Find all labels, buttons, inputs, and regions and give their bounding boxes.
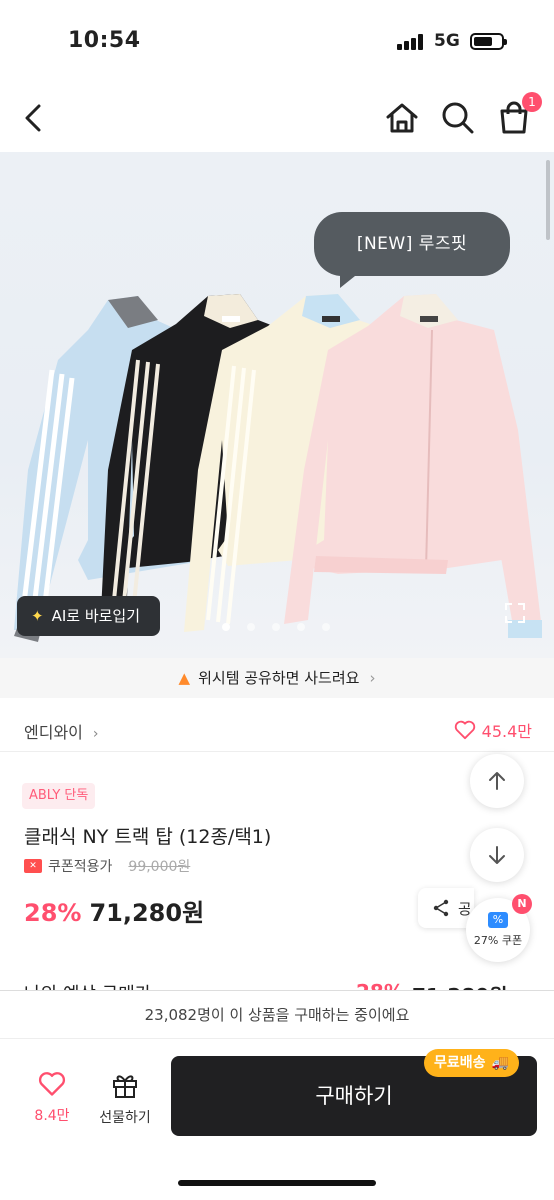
purchase-bar: 23,082명이 이 상품을 구매하는 중이에요 8.4만 선물하기 구매하기 … (0, 990, 554, 1200)
brand-like-count: 45.4만 (481, 722, 532, 741)
cart-count-badge: 1 (522, 92, 542, 112)
coupon-fab-label: 27% 쿠폰 (473, 934, 523, 947)
ai-try-on-label: AI로 바로입기 (51, 607, 141, 625)
exclusive-tag: ABLY 단독 (22, 783, 96, 809)
wish-share-promo[interactable]: ▲ 위시템 공유하면 사드려요 › (0, 658, 554, 698)
pagination-dot (247, 623, 255, 631)
brand-link[interactable]: 엔디와이 › (24, 719, 99, 743)
discount-rate: 28% (24, 899, 82, 927)
battery-icon (470, 33, 507, 50)
product-image-gallery[interactable]: [NEW] 루즈핏 ✦ AI로 바로입기 (0, 152, 554, 658)
pagination-dots (222, 616, 347, 631)
buyers-count-text: 23,082명이 이 상품을 구매하는 중이에요 (0, 991, 554, 1039)
status-time: 10:54 (68, 28, 141, 53)
sale-price: 71,280원 (89, 899, 205, 927)
pagination-dot (222, 623, 230, 631)
new-badge-bubble: [NEW] 루즈핏 (314, 212, 510, 288)
home-button[interactable] (382, 98, 422, 138)
back-button[interactable] (14, 98, 54, 138)
coupon-icon: % (488, 912, 508, 928)
home-indicator (178, 1180, 376, 1186)
coupon-label: 쿠폰적용가 (48, 859, 113, 875)
arrow-up-icon (489, 772, 505, 790)
chevron-right-icon: › (369, 669, 376, 687)
gift-label: 선물하기 (99, 1110, 151, 1126)
like-count: 8.4만 (34, 1108, 70, 1124)
pagination-dot (322, 623, 330, 631)
signal-icon (397, 34, 427, 50)
search-icon (442, 102, 474, 134)
dress-icon: ▲ (178, 669, 191, 687)
network-label: 5G (434, 31, 460, 51)
status-bar: 10:54 5G (0, 0, 554, 80)
scroll-indicator (546, 160, 550, 240)
chevron-right-icon: › (92, 726, 99, 742)
product-title: 클래식 NY 트랙 탑 (12종/택1) (24, 826, 272, 848)
gift-icon (113, 1075, 137, 1098)
cart-button[interactable]: 1 (494, 92, 542, 138)
brand-like-button[interactable]: 45.4만 (454, 718, 532, 742)
scroll-up-button[interactable] (470, 754, 524, 808)
pagination-dot (272, 623, 280, 631)
free-shipping-label: 무료배송 (434, 1055, 486, 1071)
expand-icon[interactable] (503, 601, 527, 625)
gift-button[interactable]: 선물하기 (92, 1071, 158, 1127)
promo-text: 위시템 공유하면 사드려요 (198, 669, 360, 687)
scroll-down-button[interactable] (470, 828, 524, 882)
heart-icon (38, 1072, 66, 1096)
magic-wand-icon: ✦ (31, 607, 44, 625)
pagination-dot (297, 623, 305, 631)
top-nav: 1 (0, 90, 554, 146)
brand-name: 엔디와이 (24, 723, 83, 742)
free-shipping-badge: 무료배송 🚚 (424, 1049, 519, 1077)
price-line: 28% 71,280원 (24, 893, 204, 928)
share-icon (433, 899, 449, 917)
original-price: 99,000원 (128, 859, 191, 875)
coupon-price-line: ✕ 쿠폰적용가 99,000원 (24, 856, 190, 876)
home-icon (386, 103, 418, 133)
search-button[interactable] (438, 98, 478, 138)
arrow-down-icon (489, 846, 505, 864)
heart-icon (454, 720, 475, 740)
coupon-ticket-icon: ✕ (24, 859, 42, 873)
like-button[interactable]: 8.4만 (28, 1071, 76, 1125)
truck-icon: 🚚 (491, 1055, 509, 1071)
new-badge: N (512, 894, 532, 914)
coupon-fab-button[interactable]: % 27% 쿠폰 N (466, 894, 532, 962)
chevron-left-icon (25, 104, 41, 132)
ai-try-on-button[interactable]: ✦ AI로 바로입기 (17, 596, 160, 636)
brand-row: 엔디와이 › 45.4만 (0, 708, 554, 752)
